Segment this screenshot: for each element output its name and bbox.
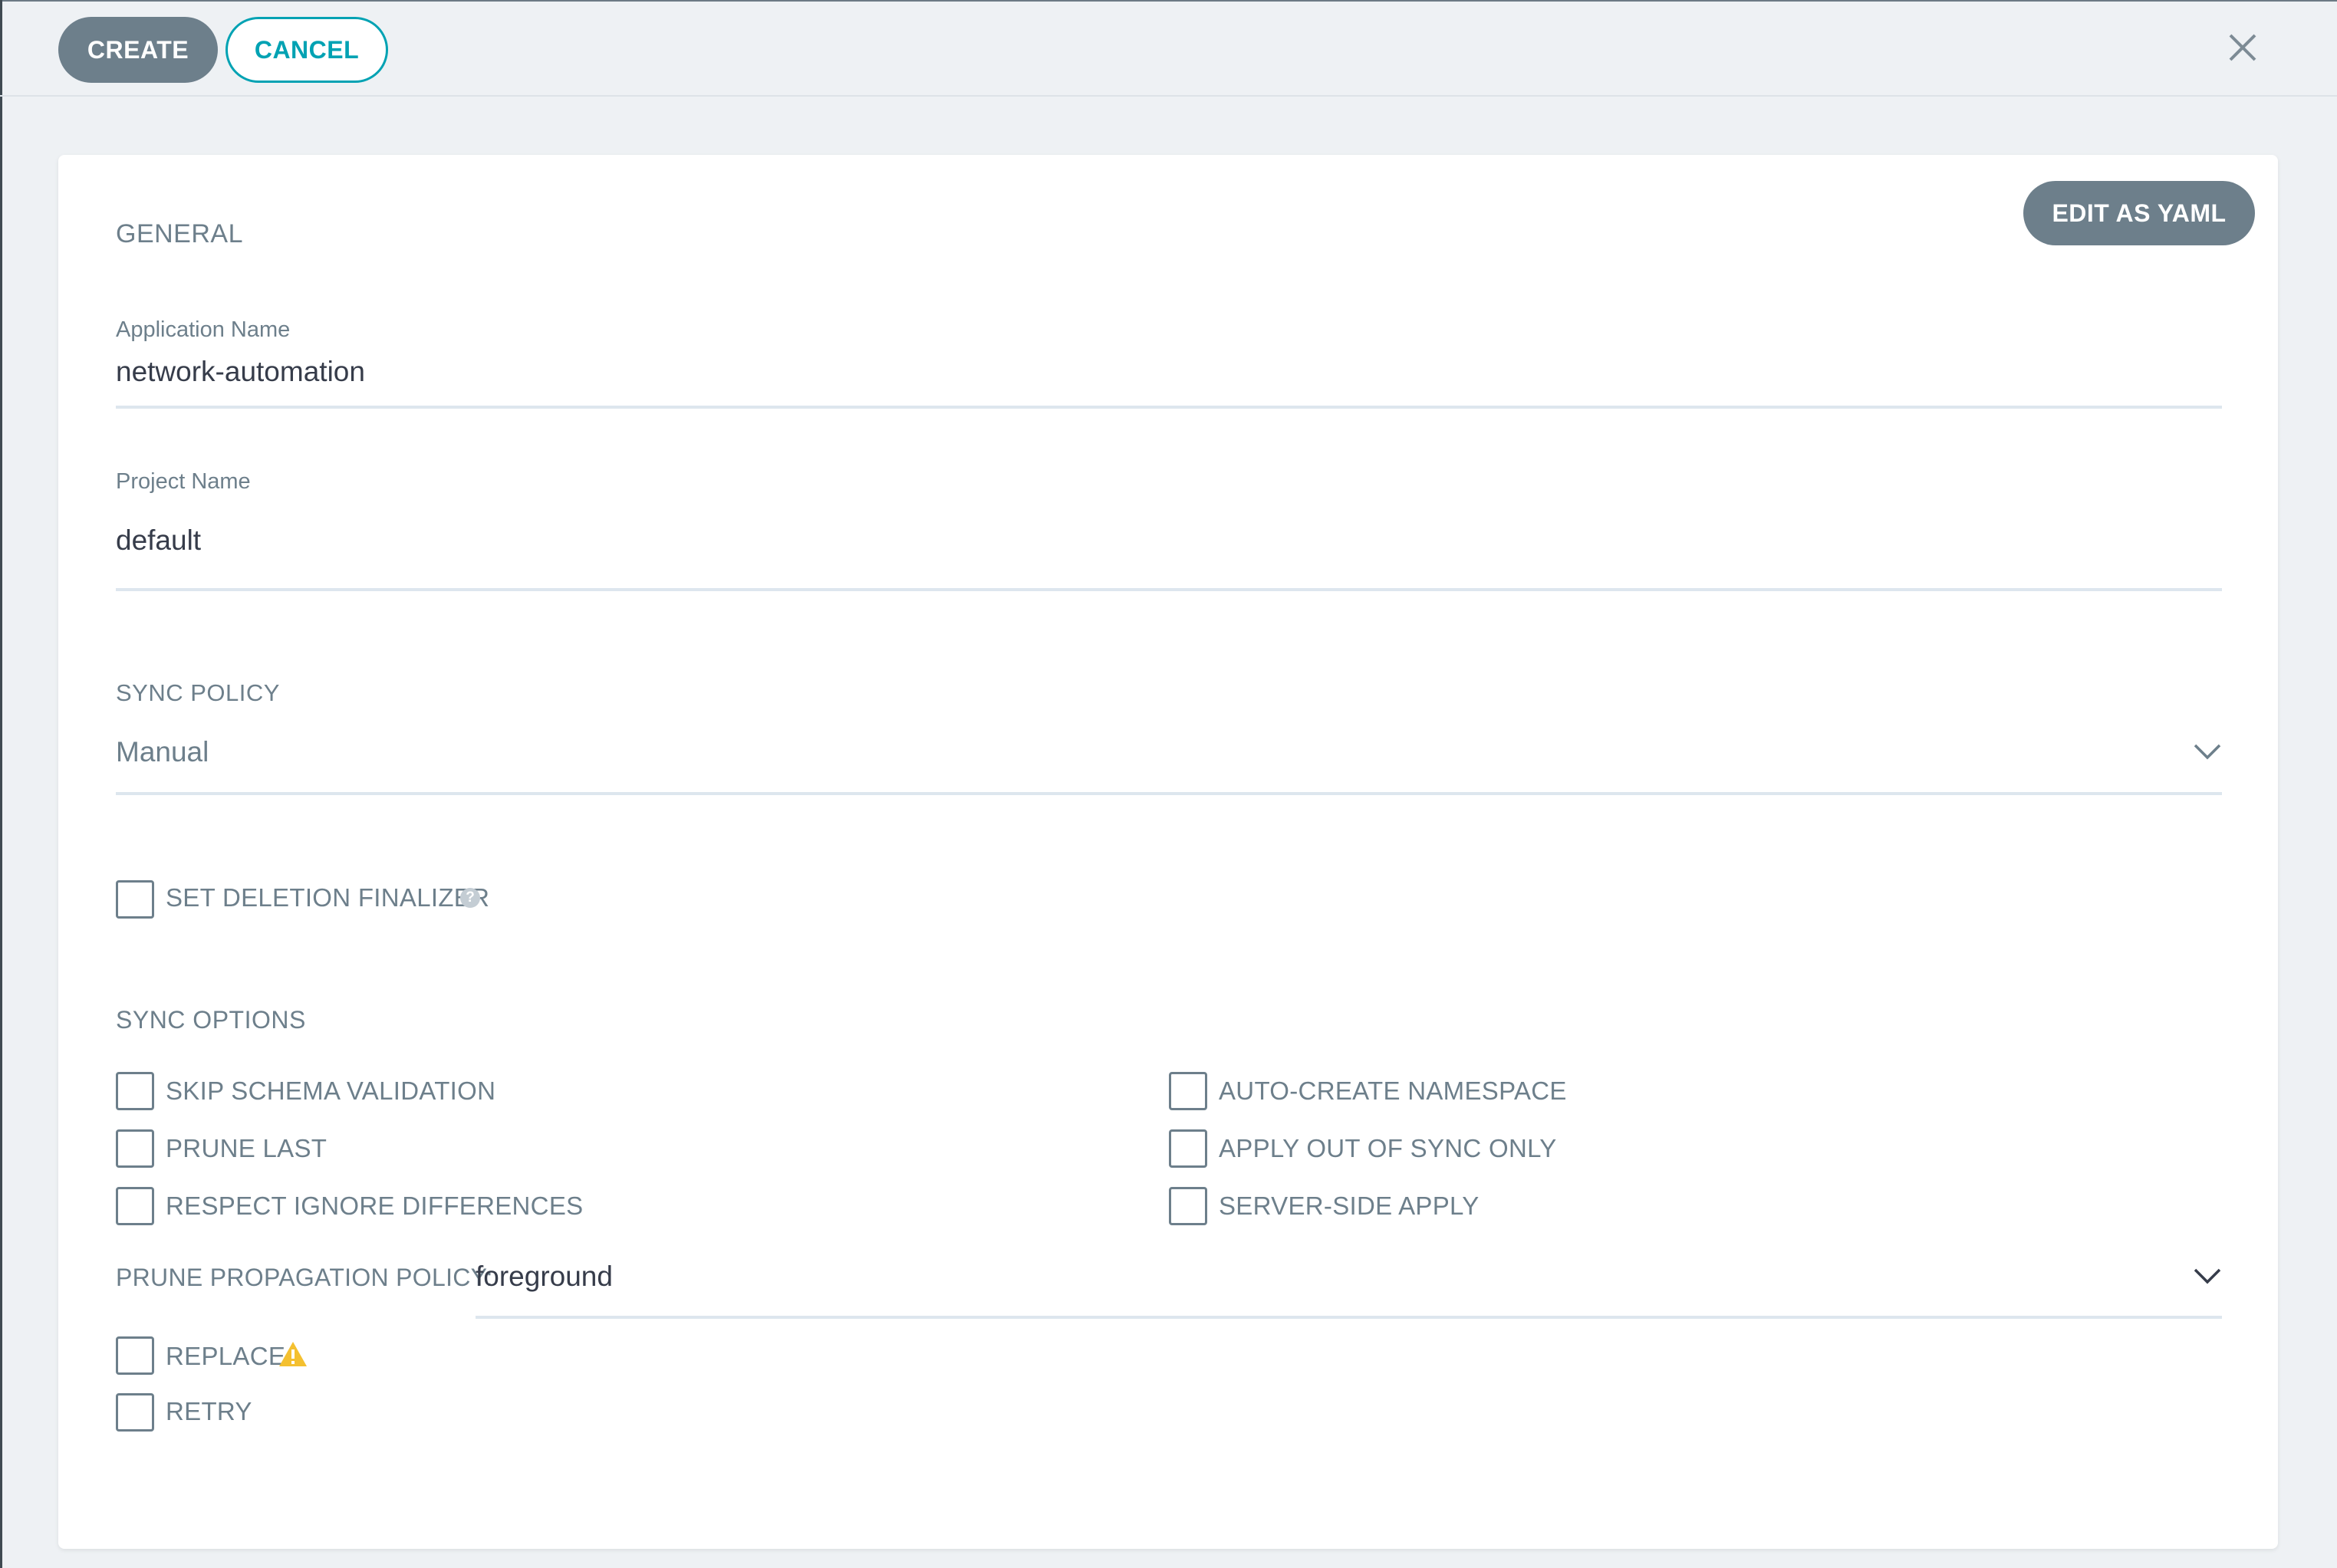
project-name-label: Project Name bbox=[116, 469, 251, 494]
chevron-down-icon[interactable] bbox=[2192, 1267, 2223, 1285]
prune-propagation-policy-label: PRUNE PROPAGATION POLICY: bbox=[116, 1264, 493, 1291]
prune-last-label: PRUNE LAST bbox=[166, 1134, 328, 1162]
sync-options-title: SYNC OPTIONS bbox=[116, 1006, 306, 1034]
application-name-input[interactable]: network-automation bbox=[116, 356, 365, 388]
prune-propagation-underline bbox=[476, 1316, 2222, 1319]
prune-propagation-policy-select[interactable]: foreground bbox=[476, 1261, 613, 1293]
retry-label: RETRY bbox=[166, 1397, 252, 1425]
create-button[interactable]: CREATE bbox=[58, 17, 218, 83]
skip-schema-validation-checkbox[interactable] bbox=[116, 1072, 154, 1110]
project-name-input[interactable]: default bbox=[116, 524, 201, 557]
application-form-card bbox=[58, 155, 2278, 1549]
application-name-label: Application Name bbox=[116, 317, 291, 342]
general-section-title: GENERAL bbox=[116, 219, 243, 248]
replace-checkbox[interactable] bbox=[116, 1336, 154, 1375]
apply-out-of-sync-only-label: APPLY OUT OF SYNC ONLY bbox=[1219, 1134, 1557, 1162]
top-toolbar: CREATE CANCEL bbox=[0, 0, 2337, 97]
respect-ignore-differences-checkbox[interactable] bbox=[116, 1187, 154, 1225]
close-icon[interactable] bbox=[2226, 31, 2260, 64]
sync-policy-underline bbox=[116, 792, 2222, 795]
chevron-down-icon[interactable] bbox=[2192, 742, 2223, 761]
apply-out-of-sync-only-checkbox[interactable] bbox=[1169, 1129, 1207, 1168]
sync-policy-select[interactable]: Manual bbox=[116, 736, 209, 768]
replace-label: REPLACE bbox=[166, 1342, 286, 1370]
application-name-underline bbox=[116, 406, 2222, 409]
prune-last-checkbox[interactable] bbox=[116, 1129, 154, 1168]
deletion-finalizer-label: SET DELETION FINALIZER bbox=[166, 883, 490, 912]
server-side-apply-label: SERVER-SIDE APPLY bbox=[1219, 1192, 1480, 1220]
edit-as-yaml-button[interactable]: EDIT AS YAML bbox=[2023, 181, 2255, 245]
auto-create-namespace-checkbox[interactable] bbox=[1169, 1072, 1207, 1110]
help-icon[interactable]: ? bbox=[460, 888, 480, 908]
respect-ignore-differences-label: RESPECT IGNORE DIFFERENCES bbox=[166, 1192, 584, 1220]
auto-create-namespace-label: AUTO-CREATE NAMESPACE bbox=[1219, 1077, 1567, 1105]
deletion-finalizer-checkbox[interactable] bbox=[116, 880, 154, 919]
window-left-border bbox=[0, 0, 2, 1568]
warning-icon bbox=[279, 1342, 307, 1366]
server-side-apply-checkbox[interactable] bbox=[1169, 1187, 1207, 1225]
skip-schema-validation-label: SKIP SCHEMA VALIDATION bbox=[166, 1077, 496, 1105]
cancel-button[interactable]: CANCEL bbox=[225, 17, 388, 83]
retry-checkbox[interactable] bbox=[116, 1393, 154, 1432]
project-name-underline bbox=[116, 588, 2222, 591]
sync-policy-title: SYNC POLICY bbox=[116, 679, 280, 706]
